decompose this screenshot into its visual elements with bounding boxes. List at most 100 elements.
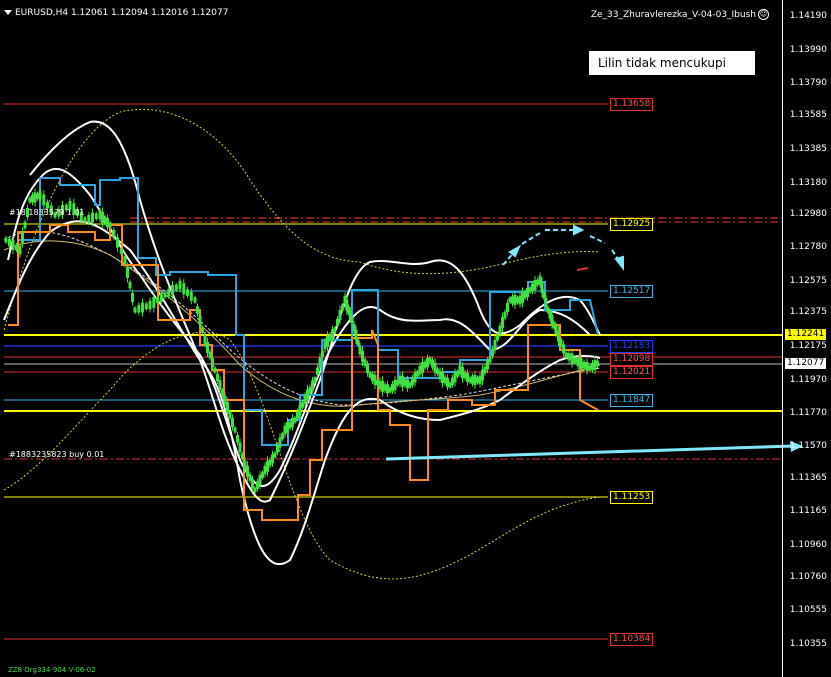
candle-body xyxy=(231,418,234,427)
candle-body xyxy=(216,373,219,382)
candle-body xyxy=(278,437,282,448)
price-tick-label: 1.13790 xyxy=(789,78,827,88)
price-level-tag: 1.12021 xyxy=(610,366,654,379)
candle-body xyxy=(318,357,322,368)
candle-body xyxy=(128,281,132,289)
candle-body xyxy=(11,240,15,250)
candle-body xyxy=(186,289,189,296)
candle-body xyxy=(443,376,447,384)
candle-body xyxy=(476,377,479,383)
candle-body xyxy=(308,386,312,394)
candle-body xyxy=(363,359,367,366)
candle-body xyxy=(408,382,412,388)
candle-body xyxy=(303,395,307,405)
candle-body xyxy=(251,479,254,489)
candle-body xyxy=(361,350,364,362)
price-tick-label: 1.13990 xyxy=(789,45,827,55)
candle-body xyxy=(108,222,112,228)
candle-body xyxy=(576,357,580,367)
candle-body xyxy=(388,387,392,393)
candle-body xyxy=(562,344,565,354)
small-red-marks xyxy=(576,267,589,271)
price-level-tag: 1.11847 xyxy=(610,394,654,407)
candle-body xyxy=(554,325,558,335)
candle-body xyxy=(233,427,237,433)
candle-body xyxy=(87,215,91,223)
candle-body xyxy=(263,465,267,475)
price-level-tag: 1.11253 xyxy=(610,491,654,504)
price-tick-label: 1.13385 xyxy=(789,144,827,154)
candle-body xyxy=(503,311,507,319)
candle-body xyxy=(221,389,224,396)
price-tick-label: 1.10555 xyxy=(789,605,827,615)
candle-body xyxy=(311,380,314,390)
candle-body xyxy=(366,364,369,374)
candle-body xyxy=(453,372,457,383)
candle-body xyxy=(148,300,152,310)
candle-body xyxy=(313,377,317,383)
price-level-tag: 1.10384 xyxy=(610,633,654,646)
candle-body xyxy=(373,375,377,385)
candle-body xyxy=(94,213,98,219)
candle-body xyxy=(281,433,284,439)
candle-body xyxy=(152,297,156,308)
candle-body xyxy=(133,307,137,313)
candle-body xyxy=(501,317,504,328)
candle-body xyxy=(241,453,244,459)
candle-body xyxy=(513,295,517,305)
candle-body xyxy=(523,291,527,299)
dropdown-triangle-icon[interactable] xyxy=(4,10,12,15)
candle-body xyxy=(368,372,372,378)
candle-body xyxy=(564,352,568,358)
candle-body xyxy=(542,291,546,299)
candle-body xyxy=(243,460,247,470)
footer-indicator-labels: ZZ8 Org334-904 V-06-02 xyxy=(8,666,96,674)
candle-body xyxy=(521,292,524,303)
candle-body xyxy=(486,360,489,370)
candle-body xyxy=(354,330,358,340)
candle-body xyxy=(182,283,186,295)
candle-body xyxy=(106,218,109,227)
candle-body xyxy=(203,335,207,345)
candle-body xyxy=(358,345,362,355)
price-tick-label: 1.14190 xyxy=(789,11,827,21)
price-tick-label: 1.13180 xyxy=(789,178,827,188)
candle-body xyxy=(253,487,257,493)
candle-body xyxy=(163,292,167,298)
price-tick-label: 1.10355 xyxy=(789,639,827,649)
candle-body xyxy=(466,373,469,382)
candle-body xyxy=(441,372,444,383)
candle-body xyxy=(306,389,309,401)
bollinger-envelope xyxy=(3,120,601,566)
candle-body xyxy=(283,425,287,435)
expert-advisor-label[interactable]: Ze_33_Zhuravlerezka_V-04-03_Ibush ☺ xyxy=(591,9,769,20)
price-tick-label: 1.11165 xyxy=(789,506,827,516)
candle-body xyxy=(226,402,229,413)
candle-body xyxy=(588,365,592,371)
price-chart[interactable] xyxy=(0,0,831,677)
candle-body xyxy=(328,334,332,341)
candle-body xyxy=(498,325,502,335)
candle-body xyxy=(126,267,129,278)
candle-body xyxy=(301,402,304,408)
candle-body xyxy=(8,238,11,247)
candle-body xyxy=(483,366,487,374)
candle-body xyxy=(271,454,274,464)
candle-body xyxy=(471,376,474,384)
candle-body xyxy=(256,481,259,489)
candle-body xyxy=(593,360,597,370)
candle-body xyxy=(557,330,560,342)
candle-body xyxy=(131,293,134,302)
candle-body xyxy=(189,291,193,301)
candle-body xyxy=(491,348,494,357)
candle-body xyxy=(559,339,563,346)
candle-body xyxy=(273,452,277,458)
order-label: #18 1833579 1.01 xyxy=(9,208,85,217)
candle-body xyxy=(193,297,197,303)
candle-body xyxy=(478,375,482,385)
candle-body xyxy=(236,435,239,443)
candle-body xyxy=(326,335,329,347)
candle-body xyxy=(321,351,324,357)
candle-body xyxy=(206,342,209,353)
price-tick-label: 1.10760 xyxy=(789,572,827,582)
